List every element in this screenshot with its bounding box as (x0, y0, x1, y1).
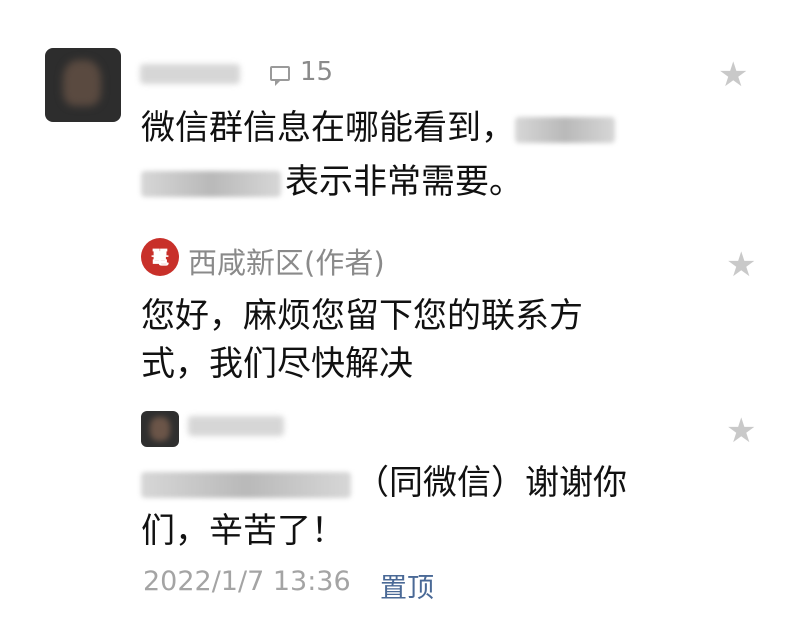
commenter-name-blurred (140, 64, 240, 84)
redacted-text (141, 471, 351, 498)
star-icon[interactable]: ★ (718, 58, 748, 92)
comment-text-line: 微信群信息在哪能看到， (141, 101, 619, 155)
reply-text-line: 式，我们尽快解决 (141, 344, 413, 384)
pin-button[interactable]: 置顶 (380, 566, 434, 605)
author-badge-icon[interactable]: 鼍 (141, 238, 179, 276)
comment-text-1a: 微信群信息在哪能看到， (141, 108, 515, 148)
commenter-avatar[interactable] (141, 411, 179, 447)
comment-timestamp: 2022/1/7 13:36 (143, 566, 351, 597)
like-count: 15 (300, 57, 334, 87)
comment-text-3a: （同微信）谢谢你 (355, 463, 627, 503)
star-icon[interactable]: ★ (726, 414, 756, 448)
commenter-name-blurred (188, 416, 284, 436)
comment-text-line: （同微信）谢谢你 (141, 456, 627, 510)
redacted-text (515, 116, 615, 143)
comment-text-1b: 表示非常需要。 (285, 162, 523, 202)
like-count-icon (270, 66, 290, 86)
comment-text-line: 表示非常需要。 (141, 155, 523, 209)
author-badge-glyph: 鼍 (151, 248, 169, 269)
star-icon[interactable]: ★ (726, 248, 756, 282)
comment-text-line: 们，辛苦了！ (141, 511, 345, 551)
redacted-text (141, 170, 281, 197)
reply-text-line: 您好，麻烦您留下您的联系方 (141, 296, 583, 336)
author-name[interactable]: 西咸新区(作者) (188, 240, 385, 282)
commenter-avatar[interactable] (45, 48, 121, 122)
